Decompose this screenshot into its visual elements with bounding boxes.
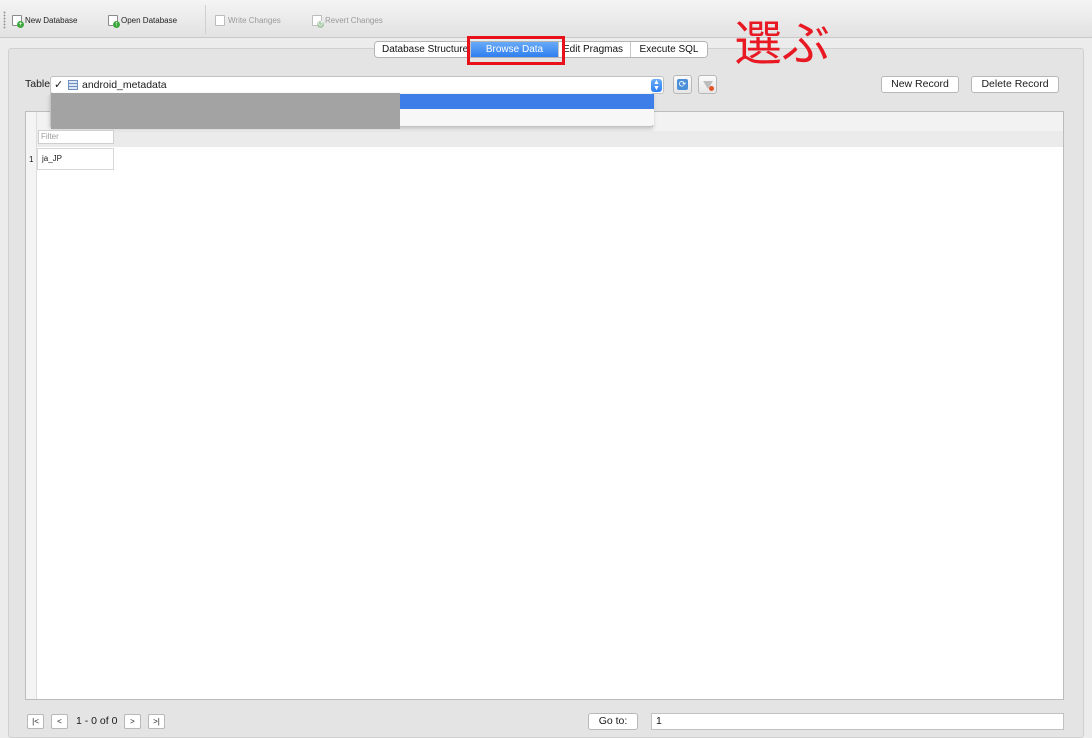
clear-filter-icon	[702, 80, 714, 91]
annotation-highlight-box	[467, 36, 565, 65]
revert-changes-button[interactable]: ↺ Revert Changes	[312, 13, 383, 28]
tab-edit-pragmas[interactable]: Edit Pragmas	[559, 42, 631, 57]
revert-changes-label: Revert Changes	[325, 15, 383, 25]
open-database-label: Open Database	[121, 15, 178, 25]
row-number-gutter	[26, 112, 37, 699]
column-filter-input[interactable]: Filter	[38, 130, 114, 144]
first-page-button[interactable]: |<	[27, 714, 44, 729]
tab-database-structure[interactable]: Database Structure	[375, 42, 471, 57]
clear-filters-button[interactable]	[698, 75, 717, 94]
toolbar-grip[interactable]	[3, 11, 6, 29]
write-changes-icon	[215, 14, 225, 26]
page-info: 1 - 0 of 0	[76, 715, 118, 727]
new-database-icon: +	[12, 14, 24, 28]
redacted-area	[51, 93, 400, 129]
write-changes-label: Write Changes	[228, 15, 281, 25]
table-label: Table:	[25, 78, 54, 90]
open-database-button[interactable]: ↑ Open Database	[108, 13, 178, 28]
checkmark-icon: ✓	[54, 79, 64, 91]
go-to-button[interactable]: Go to:	[588, 713, 638, 730]
tab-execute-sql[interactable]: Execute SQL	[631, 42, 707, 57]
table-select[interactable]: ✓ android_metadata ▲ ▼	[50, 76, 664, 94]
table-dropdown-list	[50, 93, 654, 129]
toolbar-divider	[205, 5, 206, 34]
table-icon	[68, 80, 78, 90]
open-database-icon: ↑	[108, 14, 120, 28]
main-toolbar: + New Database ↑ Open Database Write Cha…	[0, 0, 1092, 38]
data-grid[interactable]: Filter 1 ja_JP	[25, 111, 1064, 700]
go-to-row-input[interactable]: 1	[651, 713, 1064, 730]
annotation-text: 選ぶ	[734, 16, 831, 72]
revert-changes-icon: ↺	[312, 14, 324, 28]
delete-record-button[interactable]: Delete Record	[971, 76, 1059, 93]
new-database-label: New Database	[25, 15, 78, 25]
new-record-button[interactable]: New Record	[881, 76, 959, 93]
previous-page-button[interactable]: <	[51, 714, 68, 729]
table-cell[interactable]: ja_JP	[37, 148, 114, 170]
refresh-icon: ⟳	[677, 79, 688, 90]
refresh-button[interactable]: ⟳	[673, 75, 692, 94]
row-number[interactable]: 1	[29, 155, 33, 164]
last-page-button[interactable]: >|	[148, 714, 165, 729]
next-page-button[interactable]: >	[124, 714, 141, 729]
chevron-up-down-icon[interactable]: ▲ ▼	[651, 79, 662, 92]
new-database-button[interactable]: + New Database	[12, 13, 78, 28]
selected-table-name: android_metadata	[82, 79, 167, 91]
write-changes-button[interactable]: Write Changes	[215, 13, 281, 27]
